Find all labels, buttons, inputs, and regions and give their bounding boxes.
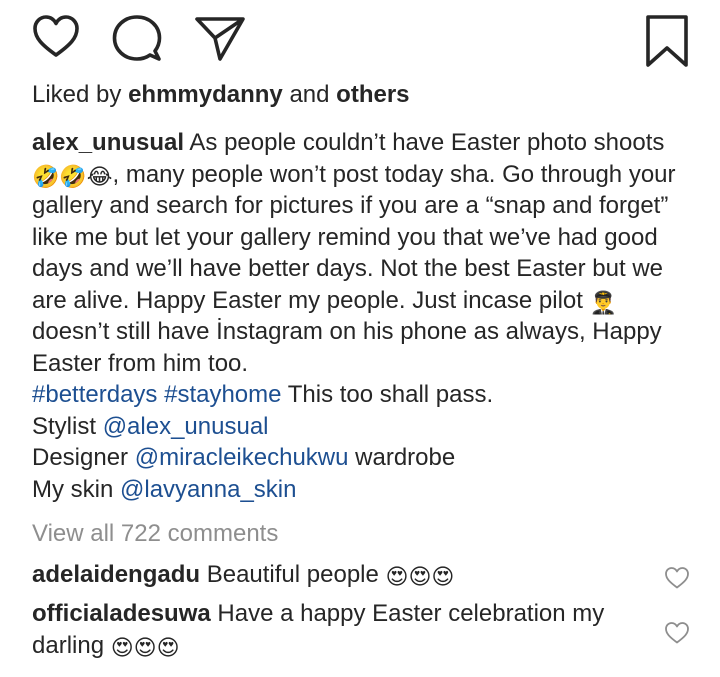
view-all-comments-link[interactable]: View all 722 comments — [32, 518, 278, 549]
caption-text-3: doesn’t still have İnstagram on his phon… — [32, 318, 662, 377]
bookmark-icon[interactable] — [644, 14, 690, 68]
comment-username[interactable]: officialadesuwa — [32, 600, 211, 627]
caption-author[interactable]: alex_unusual — [32, 129, 184, 156]
likes-others[interactable]: others — [336, 81, 409, 108]
caption-text-1: As people couldn’t have Easter photo sho… — [184, 129, 665, 156]
comment-item: adelaidengadu Beautiful people 😍😍😍 — [32, 559, 642, 591]
caption-designer: Designer @miracleikechukwu wardrobe — [32, 442, 692, 474]
caption-text-2: , many people won’t post today sha. Go t… — [32, 160, 676, 314]
stylist-label: Stylist — [32, 412, 103, 440]
hashtag-betterdays[interactable]: #betterdays — [32, 381, 157, 408]
comment-like-heart-icon[interactable] — [664, 621, 690, 650]
send-icon[interactable] — [194, 14, 246, 62]
pilot-emoji: 👨‍✈️ — [589, 289, 618, 315]
caption-skin: My skin @lavyanna_skin — [32, 474, 692, 506]
designer-mention[interactable]: @miracleikechukwu — [135, 444, 349, 471]
heart-icon[interactable] — [32, 14, 80, 60]
stylist-mention[interactable]: @alex_unusual — [103, 413, 269, 440]
post-action-bar — [30, 14, 690, 68]
heart-eyes-emojis: 😍😍😍 — [385, 564, 455, 589]
caption-hashtags: #betterdays #stayhome This too shall pas… — [32, 379, 692, 411]
skin-mention[interactable]: @lavyanna_skin — [120, 476, 296, 503]
hashtag-stayhome[interactable]: #stayhome — [164, 381, 281, 408]
skin-label: My skin — [32, 475, 121, 503]
comment-icon[interactable] — [112, 14, 162, 62]
comment-item: officialadesuwa Have a happy Easter cele… — [32, 598, 642, 662]
likes-summary: Liked by ehmmydanny and others — [32, 80, 410, 110]
designer-label: Designer — [32, 444, 135, 471]
post-caption: alex_unusual As people couldn’t have Eas… — [32, 127, 692, 505]
liker-username[interactable]: ehmmydanny — [128, 81, 283, 108]
comment-like-heart-icon[interactable] — [664, 566, 690, 595]
likes-middle: and — [282, 81, 337, 108]
laughing-emojis: 🤣🤣😂 — [32, 163, 113, 189]
caption-body: alex_unusual As people couldn’t have Eas… — [32, 127, 692, 379]
heart-eyes-emojis: 😍😍😍 — [110, 635, 180, 660]
designer-suffix: wardrobe — [348, 444, 456, 471]
likes-prefix: Liked by — [32, 81, 129, 108]
comment-username[interactable]: adelaidengadu — [32, 561, 200, 588]
caption-after-hashtags: This too shall pass. — [281, 381, 494, 408]
caption-stylist: Stylist @alex_unusual — [32, 411, 692, 443]
comment-text: Beautiful people — [200, 561, 386, 588]
